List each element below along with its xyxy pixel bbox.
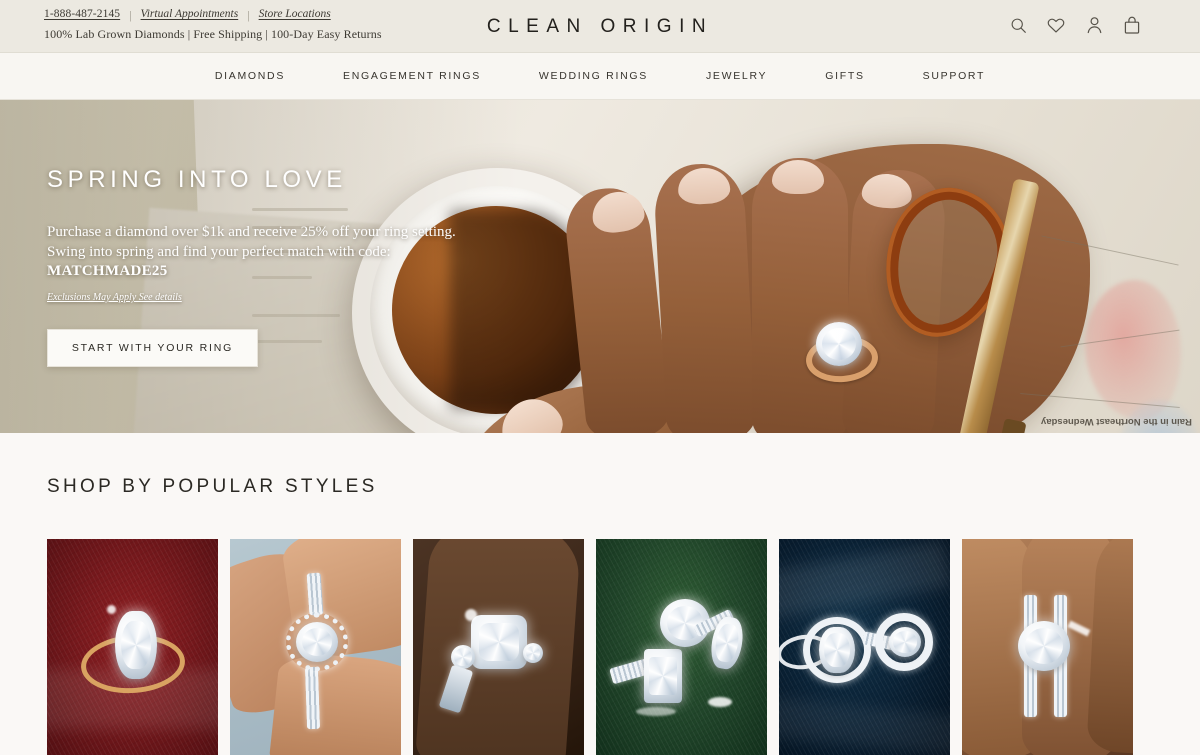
utility-separator-1: | xyxy=(129,8,132,22)
hero-subtitle-line-2: Swing into spring and find your perfect … xyxy=(47,244,391,260)
round-diamond xyxy=(889,627,921,657)
diamond xyxy=(471,615,527,669)
brand-logo[interactable]: CLEAN ORIGIN xyxy=(487,16,713,38)
utility-bar: 1-888-487-2145 | Virtual Appointments | … xyxy=(0,0,1200,53)
nav-item-engagement-rings[interactable]: ENGAGEMENT RINGS xyxy=(314,70,510,82)
popular-styles-section: SHOP BY POPULAR STYLES xyxy=(0,433,1200,755)
hero-content: SPRING INTO LOVE Purchase a diamond over… xyxy=(47,100,517,433)
round-diamond xyxy=(1018,621,1070,671)
popular-styles-heading: SHOP BY POPULAR STYLES xyxy=(47,476,378,497)
hero-finger xyxy=(752,158,848,433)
hero-diamond xyxy=(816,322,862,366)
heart-icon[interactable] xyxy=(1046,14,1066,36)
hero-banner: Rain in the Northeast Wednesday SPRING I… xyxy=(0,100,1200,433)
style-tile[interactable] xyxy=(413,539,584,755)
main-navigation: DIAMONDS ENGAGEMENT RINGS WEDDING RINGS … xyxy=(0,53,1200,100)
oval-diamond xyxy=(819,627,855,673)
diamond xyxy=(296,622,338,662)
side-diamond xyxy=(523,643,543,663)
hero-exclusions-link[interactable]: Exclusions May Apply See details xyxy=(47,292,182,303)
bag-icon[interactable] xyxy=(1122,14,1142,36)
store-locations-link[interactable]: Store Locations xyxy=(259,8,331,22)
account-icon[interactable] xyxy=(1084,14,1104,36)
start-with-your-ring-button[interactable]: START WITH YOUR RING xyxy=(47,329,258,367)
utility-links: 1-888-487-2145 | Virtual Appointments | … xyxy=(44,8,382,22)
hero-promo-code: MATCHMADE25 xyxy=(47,263,168,279)
nav-item-jewelry[interactable]: JEWELRY xyxy=(677,70,796,82)
sparkle xyxy=(465,609,477,621)
sparkle xyxy=(636,707,676,716)
style-tile[interactable] xyxy=(779,539,950,755)
virtual-appointments-link[interactable]: Virtual Appointments xyxy=(141,8,239,22)
nav-item-gifts[interactable]: GIFTS xyxy=(796,70,893,82)
style-tile[interactable] xyxy=(47,539,218,755)
sparkle xyxy=(708,697,732,707)
style-tile[interactable] xyxy=(962,539,1133,755)
nav-item-wedding-rings[interactable]: WEDDING RINGS xyxy=(510,70,677,82)
nav-item-support[interactable]: SUPPORT xyxy=(894,70,1014,82)
popular-styles-grid xyxy=(0,539,1200,755)
utility-separator-2: | xyxy=(247,8,250,22)
nav-item-diamonds[interactable]: DIAMONDS xyxy=(186,70,314,82)
utility-left-group: 1-888-487-2145 | Virtual Appointments | … xyxy=(44,8,382,42)
pave-band xyxy=(304,666,321,730)
hero-subtitle-line-1: Purchase a diamond over $1k and receive … xyxy=(47,224,456,240)
hero-fingernail xyxy=(772,160,824,194)
sparkle xyxy=(107,605,116,614)
diamond xyxy=(115,611,157,679)
hero-title: SPRING INTO LOVE xyxy=(47,166,347,193)
style-tile[interactable] xyxy=(596,539,767,755)
phone-link[interactable]: 1-888-487-2145 xyxy=(44,8,120,22)
header-icons xyxy=(1008,14,1142,36)
emerald-cut-diamond xyxy=(644,649,682,703)
utility-tagline: 100% Lab Grown Diamonds | Free Shipping … xyxy=(44,27,382,42)
search-icon[interactable] xyxy=(1008,14,1028,36)
pave-band xyxy=(306,572,324,616)
hero-image-caption: Rain in the Northeast Wednesday xyxy=(1041,416,1192,427)
style-tile[interactable] xyxy=(230,539,401,755)
